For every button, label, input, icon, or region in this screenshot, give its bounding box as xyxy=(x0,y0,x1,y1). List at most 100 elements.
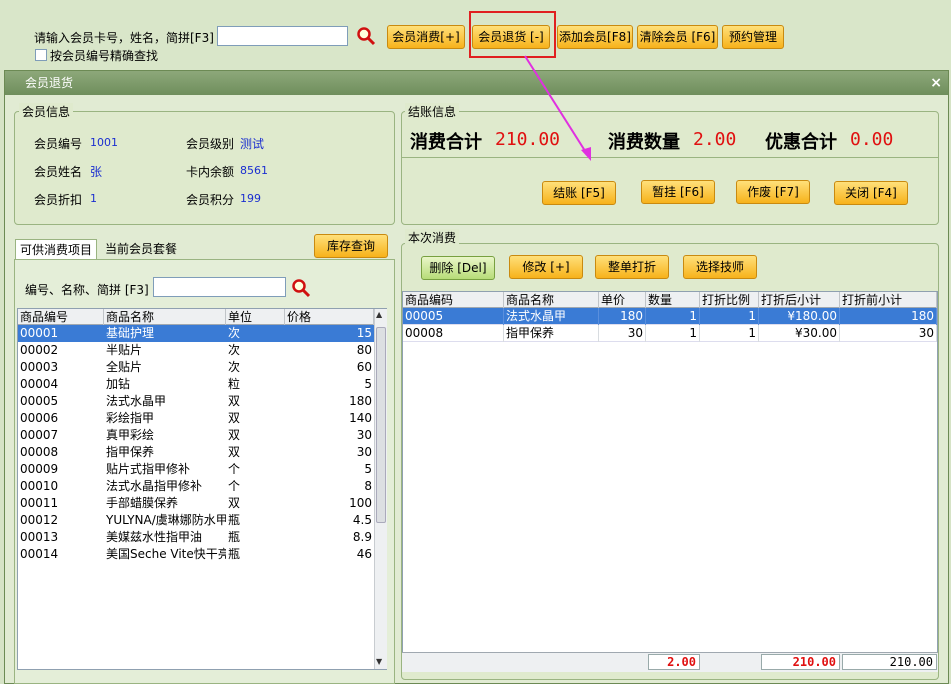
table-cell: 00007 xyxy=(20,428,59,442)
table-cell: 60 xyxy=(356,360,372,374)
col-header[interactable]: 商品名称 xyxy=(104,309,226,325)
exact-match-label: 按会员编号精确查找 xyxy=(50,49,159,63)
table-cell: 00005 xyxy=(20,394,59,408)
sum-before-discount: 210.00 xyxy=(842,654,937,670)
scroll-down-icon[interactable]: ▼ xyxy=(376,657,382,666)
void-button[interactable]: 作废 [F7] xyxy=(736,180,810,204)
table-row[interactable]: 00009 贴片式指甲修补 个 5 xyxy=(18,461,374,478)
table-cell: 次 xyxy=(228,360,241,374)
table-cell: 双 xyxy=(228,428,241,442)
table-row[interactable]: 00002 半贴片 次 80 xyxy=(18,342,374,359)
tab-member-packages[interactable]: 当前会员套餐 xyxy=(101,239,181,259)
checkout-title: 结账信息 xyxy=(405,103,460,120)
add-member-button[interactable]: 添加会员[F8] xyxy=(557,25,633,49)
member-consume-button[interactable]: 会员消费[+] xyxy=(387,25,465,49)
hold-button[interactable]: 暂挂 [F6] xyxy=(641,180,715,204)
scroll-up-icon[interactable]: ▲ xyxy=(376,310,382,319)
table-cell: 00008 xyxy=(403,325,504,342)
table-cell: 00001 xyxy=(20,326,59,340)
table-row[interactable]: 00003 全贴片 次 60 xyxy=(18,359,374,376)
table-cell: 次 xyxy=(228,326,241,340)
table-cell: 半贴片 xyxy=(106,343,143,357)
close-icon[interactable]: × xyxy=(930,71,942,95)
table-cell: 个 xyxy=(228,462,241,476)
clear-member-button[interactable]: 清除会员 [F6] xyxy=(637,25,718,49)
table-cell: 180 xyxy=(599,308,646,325)
col-header[interactable]: 单价 xyxy=(599,292,646,308)
member-id-label: 会员编号 xyxy=(34,137,83,151)
table-row[interactable]: 00004 加钻 粒 5 xyxy=(18,376,374,393)
table-cell: 法式水晶指甲修补 xyxy=(106,479,203,493)
member-search-input[interactable] xyxy=(217,26,348,46)
table-cell: 140 xyxy=(349,411,372,425)
member-points-label: 会员积分 xyxy=(186,193,235,207)
table-row[interactable]: 00005 法式水晶甲 双 180 xyxy=(18,393,374,410)
table-cell: 瓶 xyxy=(228,513,241,527)
table-cell: 00003 xyxy=(20,360,59,374)
col-header[interactable]: 数量 xyxy=(646,292,700,308)
table-cell: ¥180.00 xyxy=(759,308,840,325)
col-header[interactable]: 打折前小计 xyxy=(840,292,937,308)
member-name-value: 张 xyxy=(90,165,103,179)
member-balance-label: 卡内余额 xyxy=(186,165,235,179)
table-row[interactable]: 00010 法式水晶指甲修补 个 8 xyxy=(18,478,374,495)
arrow-annotation xyxy=(524,55,591,161)
select-technician-button[interactable]: 选择技师 xyxy=(683,255,757,279)
table-cell: 4.5 xyxy=(352,513,372,527)
col-header[interactable]: 单位 xyxy=(226,309,285,325)
modify-button[interactable]: 修改 [+] xyxy=(509,255,583,279)
booking-button[interactable]: 预约管理 xyxy=(722,25,784,49)
items-search-input[interactable] xyxy=(153,277,286,297)
table-cell: 30 xyxy=(840,325,937,342)
table-row[interactable]: 00008 指甲保养 30 1 1 ¥30.00 30 xyxy=(403,325,937,342)
table-row[interactable]: 00011 手部蜡膜保养 双 100 xyxy=(18,495,374,512)
items-scrollbar[interactable]: ▲ ▼ xyxy=(374,309,387,669)
table-row[interactable]: 00008 指甲保养 双 30 xyxy=(18,444,374,461)
table-cell: 00004 xyxy=(20,377,59,391)
col-header[interactable]: 打折比例 xyxy=(700,292,759,308)
total-label: 消费合计 xyxy=(410,132,482,153)
table-row[interactable]: 00012 YULYNA/虞琳娜防水甲油瓶 4.5 xyxy=(18,512,374,529)
table-row[interactable]: 00013 美媒兹水性指甲油 瓶 8.9 xyxy=(18,529,374,546)
col-header[interactable]: 商品编码 xyxy=(403,292,504,308)
delete-button[interactable]: 删除 [Del] xyxy=(421,256,495,280)
items-grid-body: 00001 基础护理次 15 00002 半贴片次 80 00003 全贴片次 60 00004 加… xyxy=(18,325,374,563)
table-cell: 5 xyxy=(364,462,372,476)
table-cell: 00010 xyxy=(20,479,59,493)
table-cell: 30 xyxy=(356,428,372,442)
table-row[interactable]: 00006 彩绘指甲 双 140 xyxy=(18,410,374,427)
table-cell: 00006 xyxy=(20,411,59,425)
table-cell: 加钻 xyxy=(106,377,131,391)
close-button[interactable]: 关闭 [F4] xyxy=(834,181,908,205)
table-cell: 粒 xyxy=(228,377,241,391)
table-cell: 1 xyxy=(646,325,700,342)
table-cell: 00012 xyxy=(20,513,59,527)
checkout-button[interactable]: 结账 [F5] xyxy=(542,181,616,205)
items-grid: 商品编号 商品名称 单位 价格 00001 基础护理次 15 00002 半贴片次 80 0… xyxy=(17,308,387,670)
tab-available-items[interactable]: 可供消费项目 xyxy=(15,239,98,259)
table-row[interactable]: 00005 法式水晶甲 180 1 1 ¥180.00 180 xyxy=(403,308,937,325)
col-header[interactable]: 商品名称 xyxy=(504,292,599,308)
table-cell: 美国Seche Vite快干亮油 xyxy=(106,547,226,561)
table-cell: 指甲保养 xyxy=(504,325,599,342)
items-search-icon[interactable] xyxy=(291,278,311,298)
col-header[interactable]: 商品编号 xyxy=(18,309,104,325)
table-cell: 5 xyxy=(364,377,372,391)
table-cell: 贴片式指甲修补 xyxy=(106,462,191,476)
scroll-thumb[interactable] xyxy=(376,327,386,523)
table-row[interactable]: 00014 美国Seche Vite快干亮油瓶 46 xyxy=(18,546,374,563)
search-icon[interactable] xyxy=(356,26,376,46)
items-search-label: 编号、名称、简拼 [F3] xyxy=(25,283,149,297)
table-row[interactable]: 00001 基础护理 次 15 xyxy=(18,325,374,342)
whole-discount-button[interactable]: 整单打折 xyxy=(595,255,669,279)
table-cell: 30 xyxy=(599,325,646,342)
col-header[interactable]: 打折后小计 xyxy=(759,292,840,308)
table-cell: 1 xyxy=(646,308,700,325)
stock-query-button[interactable]: 库存查询 xyxy=(314,234,388,258)
table-cell: 00011 xyxy=(20,496,59,510)
table-row[interactable]: 00007 真甲彩绘 双 30 xyxy=(18,427,374,444)
col-header[interactable]: 价格 xyxy=(285,309,374,325)
table-cell: 46 xyxy=(356,547,372,561)
exact-match-checkbox[interactable] xyxy=(35,49,47,61)
table-cell: 00008 xyxy=(20,445,59,459)
